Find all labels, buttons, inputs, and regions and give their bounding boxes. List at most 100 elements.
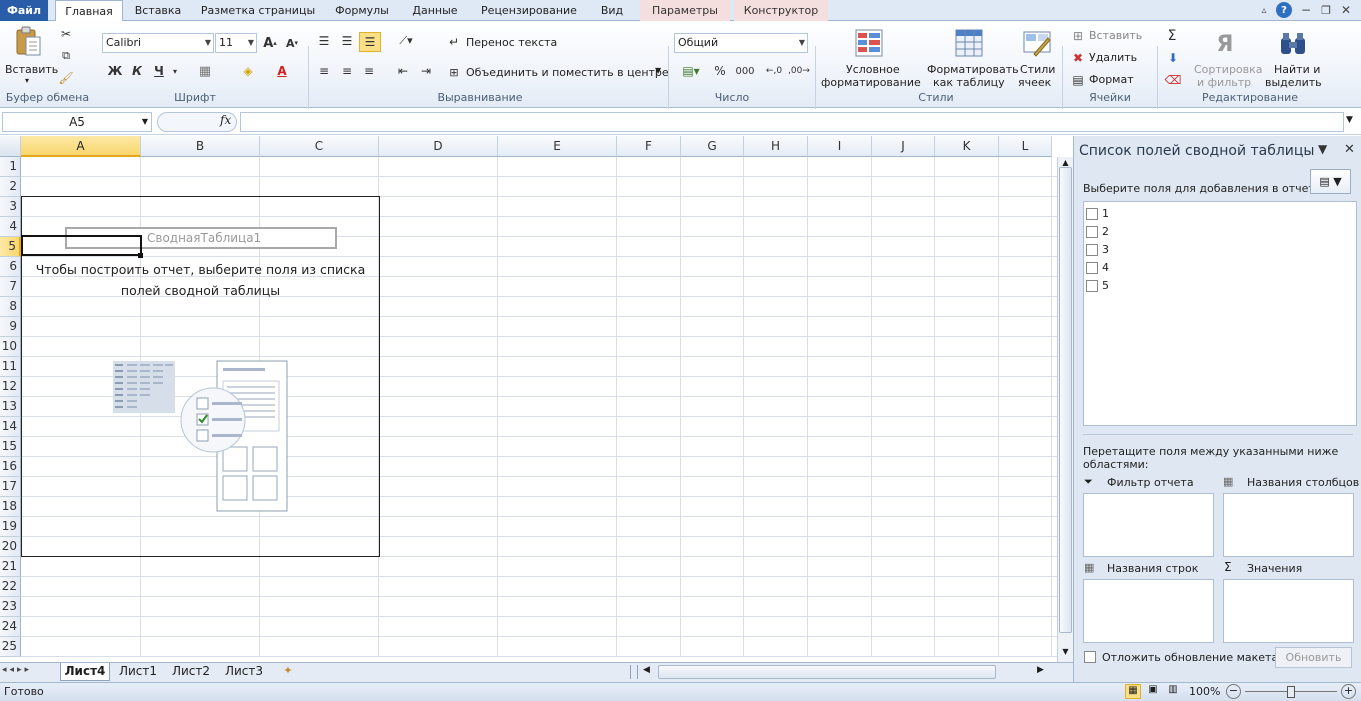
row-header[interactable]: 10: [0, 337, 21, 357]
row-header[interactable]: 5: [0, 237, 21, 257]
values-drop-zone[interactable]: [1223, 579, 1354, 643]
zoom-level[interactable]: 100%: [1189, 685, 1220, 698]
conditional-formatting-icon[interactable]: [852, 26, 886, 60]
worksheet-grid[interactable]: ABCDEFGHIJKL 1 2 3 4 5 6 7 8 9 10 11 12 13 14 15 16 17 18…: [0, 136, 1073, 682]
align-left-icon[interactable]: ≡: [314, 62, 334, 80]
active-cell[interactable]: [21, 235, 142, 256]
row-header[interactable]: 16: [0, 457, 21, 477]
row-header[interactable]: 14: [0, 417, 21, 437]
borders-icon[interactable]: ▦: [195, 62, 215, 80]
format-painter-icon[interactable]: 🖌: [58, 70, 74, 86]
tab-view[interactable]: Вид: [592, 0, 632, 21]
find-select-label2[interactable]: выделить: [1265, 76, 1322, 89]
row-header[interactable]: 6: [0, 257, 21, 277]
help-icon[interactable]: ?: [1276, 2, 1292, 18]
merge-center-icon[interactable]: ⊞: [446, 64, 462, 80]
row-header[interactable]: 8: [0, 297, 21, 317]
field-checkbox[interactable]: [1086, 262, 1098, 274]
sheet-nav-icon[interactable]: ◂◂▸▸: [2, 665, 32, 675]
autosum-button[interactable]: Σ: [1163, 27, 1181, 45]
window-restore-icon[interactable]: ❐: [1318, 2, 1334, 18]
paste-button[interactable]: Вставить: [5, 63, 58, 76]
format-as-table-label1[interactable]: Форматировать: [927, 63, 1019, 76]
tab-page-layout[interactable]: Разметка страницы: [196, 0, 320, 21]
vertical-scrollbar[interactable]: ▲ ▼: [1057, 157, 1073, 662]
chevron-down-icon[interactable]: ▾: [170, 62, 180, 80]
row-header[interactable]: 7: [0, 277, 21, 297]
new-sheet-icon[interactable]: ✦: [277, 664, 299, 680]
row-header[interactable]: 11: [0, 357, 21, 377]
clear-icon[interactable]: ⌫: [1163, 71, 1183, 89]
column-labels-drop-zone[interactable]: [1223, 493, 1354, 557]
conditional-formatting-label2[interactable]: форматирование: [821, 76, 921, 89]
fill-color-icon[interactable]: ◈: [238, 62, 258, 80]
tab-formulas[interactable]: Формулы: [328, 0, 396, 21]
panel-close-icon[interactable]: ✕: [1344, 142, 1355, 157]
orientation-icon[interactable]: ⟋▾: [393, 32, 419, 50]
layout-options-button[interactable]: ▤ ▼: [1310, 169, 1351, 194]
column-header[interactable]: E: [498, 136, 617, 157]
number-format-combo[interactable]: Общий ▼: [674, 33, 808, 53]
decrease-decimal-icon[interactable]: ,00→: [788, 62, 810, 80]
wrap-text-icon[interactable]: ↵: [446, 34, 462, 50]
fill-handle[interactable]: [138, 253, 143, 258]
column-header[interactable]: F: [617, 136, 681, 157]
cell-styles-label1[interactable]: Стили: [1020, 63, 1055, 76]
insert-cells-icon[interactable]: ⊞: [1071, 29, 1085, 43]
row-header[interactable]: 9: [0, 317, 21, 337]
format-cells-button[interactable]: Формат: [1089, 73, 1134, 86]
conditional-formatting-label1[interactable]: Условное: [846, 63, 900, 76]
column-header[interactable]: D: [379, 136, 498, 157]
minimize-ribbon-icon[interactable]: ▵: [1256, 2, 1272, 18]
cell-styles-icon[interactable]: [1020, 26, 1054, 60]
cut-icon[interactable]: ✂: [58, 26, 74, 42]
paste-icon[interactable]: [12, 25, 44, 59]
row-header[interactable]: 1: [0, 157, 21, 177]
font-color-icon[interactable]: A: [272, 62, 292, 80]
sort-filter-icon[interactable]: Я: [1208, 27, 1242, 61]
cell-styles-label2[interactable]: ячеек: [1018, 76, 1051, 89]
select-all-corner[interactable]: [0, 136, 21, 157]
tab-review[interactable]: Рецензирование: [474, 0, 584, 21]
field-checkbox[interactable]: [1086, 244, 1098, 256]
tab-insert[interactable]: Вставка: [128, 0, 188, 21]
row-header[interactable]: 25: [0, 637, 21, 657]
underline-button[interactable]: Ч: [150, 62, 168, 80]
decrease-indent-icon[interactable]: ⇤: [393, 62, 413, 80]
scroll-right-icon[interactable]: ▶: [1037, 665, 1044, 675]
sheet-tab[interactable]: Лист3: [219, 663, 269, 680]
tab-data[interactable]: Данные: [404, 0, 466, 21]
row-header[interactable]: 2: [0, 177, 21, 197]
sheet-tab[interactable]: Лист2: [166, 663, 216, 680]
thousands-button[interactable]: 000: [733, 62, 757, 80]
format-as-table-label2[interactable]: как таблицу: [933, 76, 1005, 89]
column-header[interactable]: A: [21, 136, 141, 157]
align-bottom-icon[interactable]: ☰: [359, 32, 381, 52]
sheet-tab[interactable]: Лист1: [113, 663, 163, 680]
field-checkbox[interactable]: [1086, 208, 1098, 220]
update-button[interactable]: Обновить: [1275, 647, 1352, 668]
field-checkbox[interactable]: [1086, 280, 1098, 292]
row-header[interactable]: 24: [0, 617, 21, 637]
row-header[interactable]: 20: [0, 537, 21, 557]
field-checkbox[interactable]: [1086, 226, 1098, 238]
row-header[interactable]: 21: [0, 557, 21, 577]
tab-file[interactable]: Файл: [0, 0, 48, 21]
row-header[interactable]: 18: [0, 497, 21, 517]
find-select-label1[interactable]: Найти и: [1274, 63, 1320, 76]
align-right-icon[interactable]: ≡: [359, 62, 379, 80]
column-header[interactable]: C: [260, 136, 379, 157]
font-size-combo[interactable]: 11 ▼: [215, 33, 257, 53]
bold-button[interactable]: Ж: [106, 62, 124, 80]
increase-indent-icon[interactable]: ⇥: [416, 62, 436, 80]
row-header[interactable]: 22: [0, 577, 21, 597]
row-labels-drop-zone[interactable]: [1083, 579, 1214, 643]
panel-menu-icon[interactable]: ▼: [1318, 142, 1327, 156]
page-break-view-icon[interactable]: ▥: [1165, 684, 1181, 699]
scroll-down-icon[interactable]: ▼: [1059, 647, 1072, 659]
format-cells-icon[interactable]: ▤: [1071, 73, 1085, 87]
zoom-slider-thumb[interactable]: [1287, 686, 1295, 698]
horizontal-scroll-thumb[interactable]: [658, 665, 996, 679]
row-header[interactable]: 13: [0, 397, 21, 417]
format-as-table-icon[interactable]: [952, 26, 986, 60]
